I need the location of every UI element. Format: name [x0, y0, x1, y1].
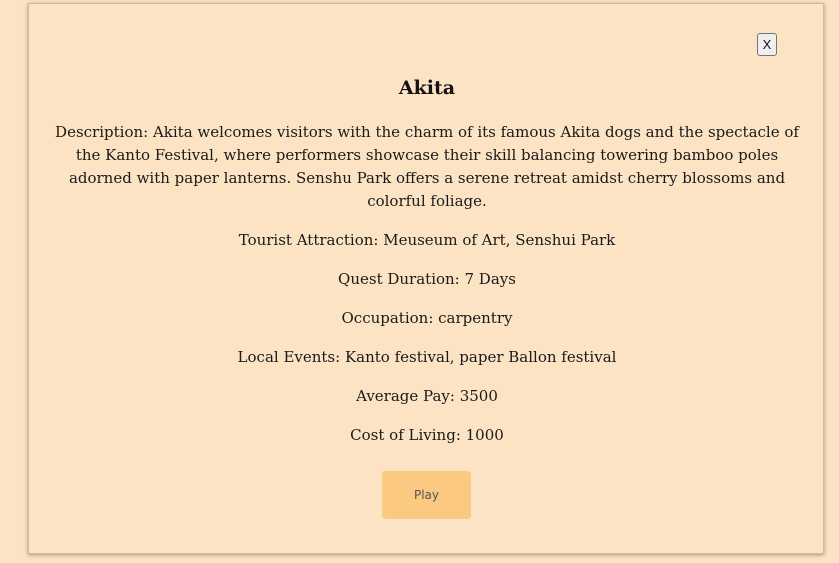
- modal-content: Description: Akita welcomes visitors wit…: [49, 121, 805, 463]
- cost-of-living-text: Cost of Living: 1000: [350, 426, 504, 444]
- city-info-modal: X Akita Description: Akita welcomes visi…: [28, 3, 824, 554]
- modal-title: Akita: [398, 77, 456, 99]
- quest-duration-text: Quest Duration: 7 Days: [338, 270, 516, 288]
- description-text: Description: Akita welcomes visitors wit…: [55, 123, 799, 210]
- occupation-text: Occupation: carpentry: [341, 309, 513, 327]
- average-pay-text: Average Pay: 3500: [356, 387, 498, 405]
- play-button[interactable]: Play: [382, 471, 471, 519]
- tourist-attraction-text: Tourist Attraction: Meuseum of Art, Sens…: [238, 231, 616, 249]
- local-events-text: Local Events: Kanto festival, paper Ball…: [237, 348, 617, 366]
- close-button[interactable]: X: [757, 33, 777, 56]
